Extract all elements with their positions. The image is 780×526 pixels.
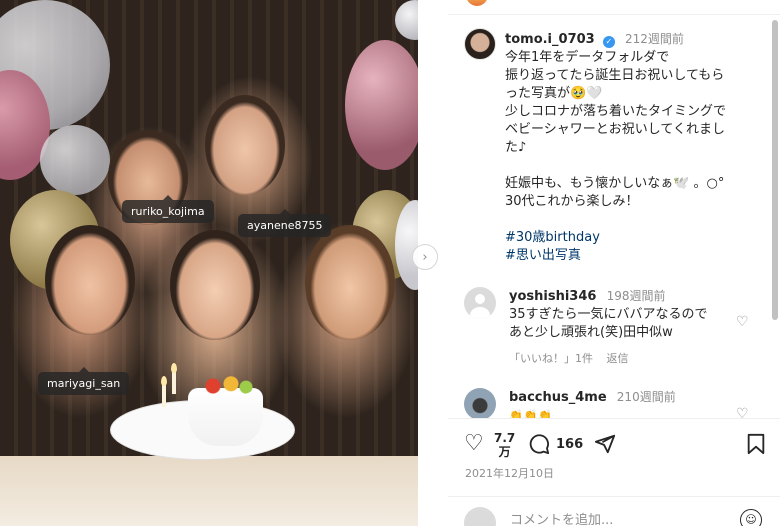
- comment-text: あと少し頑張れ(笑)田中似w: [509, 325, 673, 340]
- silver-balloon: [395, 0, 418, 40]
- post-date: 2021年12月10日: [465, 467, 554, 480]
- comment-like-heart-icon[interactable]: ♡: [736, 314, 749, 330]
- person: [305, 225, 395, 340]
- story-ring-avatar[interactable]: [466, 0, 488, 6]
- reply-button[interactable]: 返信: [607, 352, 629, 365]
- caption-line: た♪: [505, 140, 527, 155]
- commenter-avatar[interactable]: [464, 287, 496, 319]
- smiley-icon[interactable]: ☺: [740, 509, 762, 526]
- heart-outline-icon[interactable]: ♡: [464, 433, 484, 455]
- verified-badge-icon: ✓: [602, 36, 615, 48]
- candle-flame: [171, 363, 177, 373]
- caption-line: [505, 157, 767, 175]
- comment-time[interactable]: 210週間前: [617, 390, 676, 404]
- caption-line: ベビーシャワーとお祝いしてくれまし: [505, 122, 725, 137]
- paper-plane-icon[interactable]: [594, 433, 616, 460]
- caption-line: 妊娠中も、もう懐かしいなぁ🕊️ 。○°: [505, 176, 725, 191]
- divider: [448, 14, 780, 15]
- commenter-avatar[interactable]: [464, 388, 496, 420]
- comment-text: 35すぎたら一気にババアなるので: [509, 307, 708, 322]
- bookmark-icon[interactable]: [746, 433, 766, 460]
- caption-line: 30代これから楽しみ！: [505, 194, 639, 209]
- post-action-bar: ♡ 7.7 万 166 2021年12月10日: [448, 418, 780, 488]
- caption-line: 少しコロナが落ち着いたタイミングで: [505, 104, 727, 119]
- candle-flame: [161, 376, 167, 386]
- comment-time[interactable]: 198週間前: [607, 289, 666, 303]
- candle: [162, 385, 166, 407]
- cake-fruit: [195, 375, 255, 397]
- commenter-username[interactable]: bacchus_4me: [509, 390, 607, 405]
- post-caption: tomo.i_0703 ✓ 212週間前 今年1年をデータフォルダで 振り返って…: [505, 30, 767, 265]
- silver-balloon: [40, 125, 110, 195]
- comment-count: 166: [556, 437, 584, 452]
- user-tag-mariyagi[interactable]: mariyagi_san: [38, 367, 130, 395]
- hashtag-link[interactable]: #30歳birthday: [505, 229, 767, 247]
- owner-avatar[interactable]: [464, 28, 496, 60]
- comment-meta: 「いいね！」1件 返信: [509, 350, 731, 368]
- current-user-avatar: [464, 507, 496, 526]
- comment-composer: ☺: [448, 496, 780, 526]
- user-tag-ruriko[interactable]: ruriko_kojima: [122, 195, 214, 223]
- table: [0, 456, 418, 526]
- person: [45, 225, 135, 335]
- candle: [172, 372, 176, 394]
- like-count[interactable]: 7.7 万: [494, 431, 515, 459]
- next-photo-button[interactable]: ›: [412, 244, 438, 270]
- person: [170, 230, 260, 340]
- like-count-number: 7.7: [494, 431, 516, 445]
- caption-line: 今年1年をデータフォルダで: [505, 50, 670, 65]
- like-count-unit: 万: [498, 445, 511, 459]
- post-photo[interactable]: ruriko_kojima ayanene8755 mariyagi_san: [0, 0, 418, 526]
- comment-bubble-icon[interactable]: [528, 433, 550, 460]
- hashtag-link[interactable]: #思い出写真: [505, 247, 767, 265]
- commenter-username[interactable]: yoshishi346: [509, 289, 596, 304]
- post-detail-pane: tomo.i_0703 ✓ 212週間前 今年1年をデータフォルダで 振り返って…: [448, 0, 780, 526]
- comment-input[interactable]: [510, 511, 710, 526]
- caption-line: 振り返ってたら誕生日お祝いしてもら: [505, 68, 725, 83]
- scrollbar[interactable]: [772, 20, 778, 320]
- pink-balloon: [345, 40, 418, 170]
- comment-like-count[interactable]: 「いいね！」1件: [509, 352, 593, 365]
- caption-line: った写真が🥹🤍: [505, 86, 603, 101]
- post-time[interactable]: 212週間前: [625, 32, 684, 46]
- person: [205, 95, 285, 195]
- chevron-right-icon: ›: [422, 249, 428, 265]
- user-tag-ayanene[interactable]: ayanene8755: [238, 209, 332, 237]
- owner-username[interactable]: tomo.i_0703: [505, 32, 595, 47]
- comment: yoshishi346 198週間前 35すぎたら一気にババアなるので あと少し…: [509, 287, 731, 368]
